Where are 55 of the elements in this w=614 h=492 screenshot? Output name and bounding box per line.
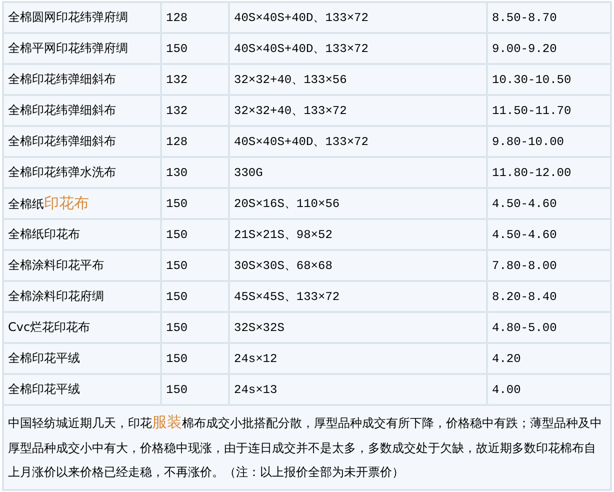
- market-note: 中国轻纺城近期几天，印花服装棉布成交小批搭配分散，厚型品种成交有所下降，价格稳中有跌；薄型品种及中厚型品种成交小中有大，价格稳中现涨，由于连日成交并不是太多，多数成交处于欠缺，故近期多数印花棉布自上月涨价以来价格已经走稳，不再涨价。（注：以上报价全部为未开票价）: [8, 416, 602, 479]
- width-cell: 132: [162, 96, 228, 125]
- text-link[interactable]: 服装: [152, 413, 182, 431]
- width-cell: 150: [162, 251, 228, 280]
- price-cell: 9.80-10.00: [488, 127, 610, 156]
- product-name-cell: 全棉圆网印花纬弹府绸: [4, 3, 160, 32]
- product-name-cell: 全棉平网印花纬弹府绸: [4, 34, 160, 63]
- price-cell: 4.80-5.00: [488, 313, 610, 342]
- price-cell: 8.20-8.40: [488, 282, 610, 311]
- price-cell: 4.00: [488, 375, 610, 404]
- width-cell: 150: [162, 344, 228, 373]
- spec-cell: 330G: [230, 158, 486, 187]
- price-cell: 11.80-12.00: [488, 158, 610, 187]
- width-cell: 150: [162, 189, 228, 218]
- spec-cell: 30S×30S、68×68: [230, 251, 486, 280]
- product-name-cell: 全棉印花平绒: [4, 344, 160, 373]
- width-cell: 150: [162, 375, 228, 404]
- spec-cell: 40S×40S+40D、133×72: [230, 34, 486, 63]
- price-cell: 4.50-4.60: [488, 189, 610, 218]
- width-cell: 150: [162, 34, 228, 63]
- spec-cell: 21S×21S、98×52: [230, 220, 486, 249]
- price-cell: 8.50-8.70: [488, 3, 610, 32]
- width-cell: 128: [162, 127, 228, 156]
- spec-cell: 32×32+40、133×56: [230, 65, 486, 94]
- product-name-cell: 全棉印花纬弹水洗布: [4, 158, 160, 187]
- product-name-cell: 全棉印花纬弹细斜布: [4, 96, 160, 125]
- spec-cell: 40S×40S+40D、133×72: [230, 3, 486, 32]
- spec-cell: 40S×40S+40D、133×72: [230, 127, 486, 156]
- price-cell: 10.30-10.50: [488, 65, 610, 94]
- price-cell: 9.00-9.20: [488, 34, 610, 63]
- spec-cell: 32S×32S: [230, 313, 486, 342]
- product-name-cell: 全棉纸印花布: [4, 220, 160, 249]
- spec-cell: 45S×45S、133×72: [230, 282, 486, 311]
- product-name-cell: 全棉涂料印花府绸: [4, 282, 160, 311]
- spec-cell: 32×32+40、133×72: [230, 96, 486, 125]
- price-cell: 4.20: [488, 344, 610, 373]
- spec-cell: 24s×12: [230, 344, 486, 373]
- width-cell: 128: [162, 3, 228, 32]
- spec-cell: 24s×13: [230, 375, 486, 404]
- price-cell: 7.80-8.00: [488, 251, 610, 280]
- width-cell: 150: [162, 282, 228, 311]
- product-name-cell: 全棉印花平绒: [4, 375, 160, 404]
- product-name-cell: 全棉印花纬弹细斜布: [4, 127, 160, 156]
- text-link[interactable]: 印花布: [44, 194, 89, 212]
- width-cell: 150: [162, 220, 228, 249]
- product-name-cell: 全棉印花纬弹细斜布: [4, 65, 160, 94]
- width-cell: 130: [162, 158, 228, 187]
- product-name-cell: 全棉纸印花布: [4, 189, 160, 218]
- width-cell: 132: [162, 65, 228, 94]
- spec-cell: 20S×16S、110×56: [230, 189, 486, 218]
- price-cell: 4.50-4.60: [488, 220, 610, 249]
- width-cell: 150: [162, 313, 228, 342]
- price-cell: 11.50-11.70: [488, 96, 610, 125]
- product-name-cell: Cvc烂花印花布: [4, 313, 160, 342]
- product-name-cell: 全棉涂料印花平布: [4, 251, 160, 280]
